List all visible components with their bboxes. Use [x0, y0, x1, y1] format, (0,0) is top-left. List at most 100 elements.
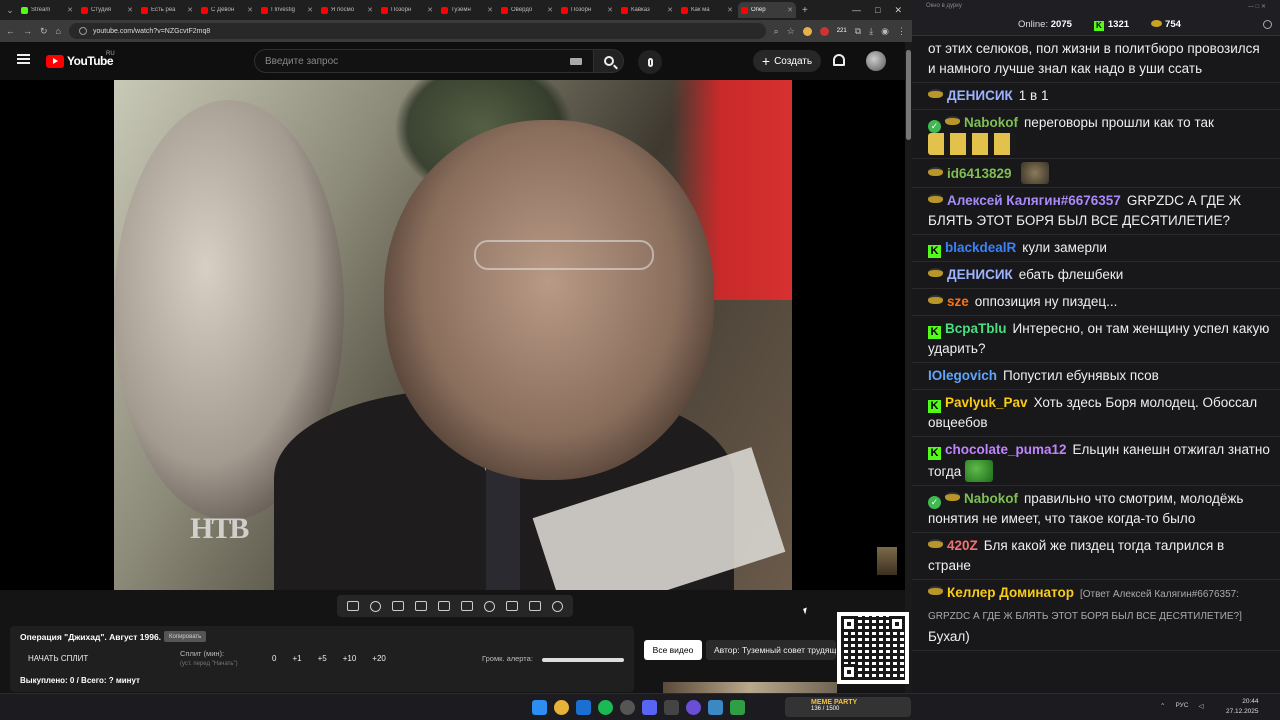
chat-username[interactable]: id6413829: [947, 166, 1012, 181]
mini-thumbnail[interactable]: [877, 547, 897, 575]
photos-icon[interactable]: [708, 700, 723, 715]
maximize-icon[interactable]: □: [875, 5, 880, 16]
windows-start-icon[interactable]: [532, 700, 547, 715]
browser-tab[interactable]: Опер ✕: [738, 2, 796, 18]
chat-settings-icon[interactable]: [1263, 20, 1272, 29]
camera-icon[interactable]: [529, 601, 542, 611]
zoom-icon[interactable]: ⌕: [774, 26, 779, 37]
tab-close-icon[interactable]: ✕: [607, 6, 613, 14]
chat-username[interactable]: IOlegovich: [928, 368, 997, 383]
browser-tab[interactable]: Туземн ✕: [438, 2, 496, 18]
chat-username[interactable]: BcpaTblu: [945, 321, 1007, 336]
minimize-icon[interactable]: —: [852, 5, 861, 16]
url-field[interactable]: youtube.com/watch?v=NZGcvtF2mq8: [68, 23, 766, 39]
adblock-extension-icon[interactable]: [819, 26, 829, 36]
screenshot-video-icon[interactable]: [391, 601, 404, 611]
copy-button[interactable]: Копировать: [164, 631, 207, 642]
split-value-button[interactable]: +1: [292, 654, 301, 663]
chat-username[interactable]: ДЕНИСИК: [947, 267, 1013, 282]
tab-close-icon[interactable]: ✕: [367, 6, 373, 14]
create-button[interactable]: + Создать: [753, 50, 821, 72]
tab-close-icon[interactable]: ✕: [667, 6, 673, 14]
browser-tab[interactable]: Кавказ ✕: [618, 2, 676, 18]
clock[interactable]: 20:44 27.12.2025: [1226, 697, 1259, 717]
split-value-button[interactable]: 0: [272, 654, 276, 663]
subtitles-icon[interactable]: [461, 601, 474, 611]
browser-menu-icon[interactable]: ⋮: [897, 26, 906, 37]
star-icon[interactable]: ☆: [787, 26, 795, 37]
notifications-bell-icon[interactable]: [833, 54, 845, 66]
tab-search-icon[interactable]: ⌄: [4, 4, 16, 16]
search-input[interactable]: Введите запрос: [254, 49, 594, 73]
tab-close-icon[interactable]: ✕: [187, 6, 193, 14]
tab-close-icon[interactable]: ✕: [67, 6, 73, 14]
home-icon[interactable]: ⌂: [56, 26, 61, 36]
tab-close-icon[interactable]: ✕: [307, 6, 313, 14]
loop-icon[interactable]: [346, 601, 359, 611]
chat-username[interactable]: Nabokof: [964, 491, 1018, 506]
close-window-icon[interactable]: ✕: [894, 5, 902, 16]
tray-arrow-icon[interactable]: ⌃: [1160, 702, 1165, 710]
language-indicator[interactable]: РУС: [1175, 702, 1188, 710]
game-widget[interactable]: MEME PARTY 136 / 1500: [785, 697, 911, 717]
pip-icon[interactable]: [437, 601, 450, 611]
browser-tab[interactable]: Овердо ✕: [498, 2, 556, 18]
media-player-icon[interactable]: [686, 700, 701, 715]
discord-icon[interactable]: [642, 700, 657, 715]
back-icon[interactable]: ←: [6, 26, 15, 36]
site-info-icon[interactable]: [78, 27, 87, 35]
menu-icon[interactable]: [17, 54, 30, 64]
extensions-puzzle-icon[interactable]: ⧉: [855, 26, 861, 37]
chat-username[interactable]: 420Z: [947, 538, 978, 553]
browser-tab[interactable]: Позорн ✕: [378, 2, 436, 18]
chat-username[interactable]: Алексей Калягин#6676357: [947, 193, 1121, 208]
browser-tab[interactable]: Есть реа ✕: [138, 2, 196, 18]
new-tab-button[interactable]: +: [802, 5, 808, 16]
all-videos-button[interactable]: Все видео: [644, 640, 702, 660]
steam-icon[interactable]: [576, 700, 591, 715]
video-player[interactable]: НТВ: [0, 80, 905, 590]
tab-close-icon[interactable]: ✕: [127, 6, 133, 14]
tab-close-icon[interactable]: ✕: [427, 6, 433, 14]
add-clip-icon[interactable]: [506, 601, 519, 611]
volume-icon[interactable]: ◁: [1198, 702, 1203, 710]
chat-username[interactable]: sze: [947, 294, 969, 309]
clapperboard-icon[interactable]: [414, 601, 427, 611]
chat-username[interactable]: Келлер Доминатор: [947, 585, 1074, 600]
youtube-logo[interactable]: YouTube: [46, 54, 114, 68]
chat-username[interactable]: Nabokof: [964, 115, 1018, 130]
downloads-icon[interactable]: ⤓: [869, 26, 873, 37]
tab-close-icon[interactable]: ✕: [787, 6, 793, 14]
voice-search-button[interactable]: [638, 50, 662, 74]
broadcast-icon[interactable]: [369, 600, 381, 612]
tab-close-icon[interactable]: ✕: [487, 6, 493, 14]
browser-tab[interactable]: Позорн ✕: [558, 2, 616, 18]
browser-tab[interactable]: Как ма ✕: [678, 2, 736, 18]
chat-username[interactable]: blackdealR: [945, 240, 1016, 255]
tab-close-icon[interactable]: ✕: [727, 6, 733, 14]
reload-icon[interactable]: ↻: [40, 26, 48, 37]
speed-icon[interactable]: [484, 600, 496, 612]
app-green-icon[interactable]: [730, 700, 745, 715]
chat-window-controls[interactable]: — □ ✕: [1248, 3, 1266, 11]
split-value-button[interactable]: +10: [343, 654, 357, 663]
scrollbar-thumb[interactable]: [906, 50, 911, 140]
gear-icon[interactable]: [552, 600, 564, 612]
spotify-icon[interactable]: [598, 700, 613, 715]
tab-close-icon[interactable]: ✕: [547, 6, 553, 14]
chat-username[interactable]: chocolate_puma12: [945, 442, 1067, 457]
chat-username[interactable]: ДЕНИСИК: [947, 88, 1013, 103]
start-split-button[interactable]: НАЧАТЬ СПЛИТ: [28, 654, 88, 663]
keyboard-icon[interactable]: [570, 58, 582, 65]
browser-tab[interactable]: Stream ✕: [18, 2, 76, 18]
avatar[interactable]: [866, 51, 886, 71]
split-value-button[interactable]: +5: [318, 654, 327, 663]
page-scrollbar[interactable]: [905, 42, 912, 693]
app-icon[interactable]: [664, 700, 679, 715]
tab-close-icon[interactable]: ✕: [247, 6, 253, 14]
profile-icon[interactable]: ◉: [881, 26, 889, 37]
split-value-button[interactable]: +20: [372, 654, 386, 663]
browser-tab[interactable]: Студия ✕: [78, 2, 136, 18]
browser-tab[interactable]: С Девон ✕: [198, 2, 256, 18]
extension-icon[interactable]: [802, 26, 812, 36]
